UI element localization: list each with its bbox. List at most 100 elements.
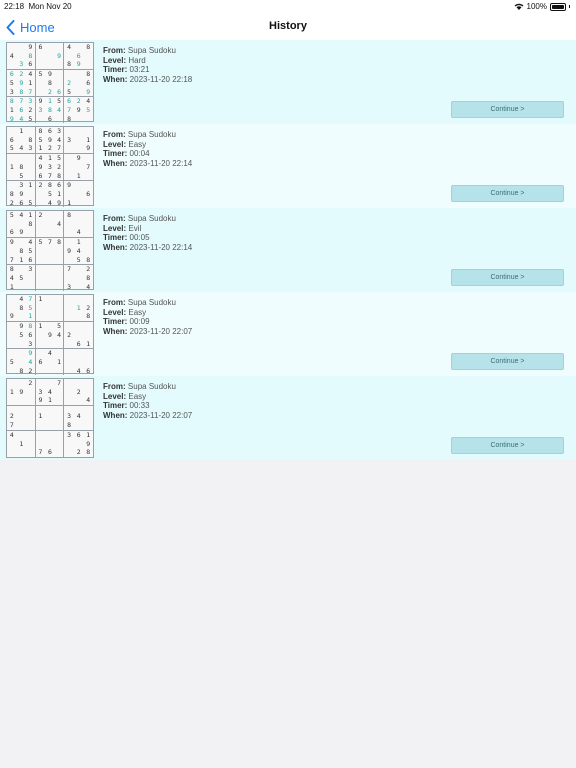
info-timer-label: Timer:	[103, 317, 128, 327]
info-timer-label: Timer:	[103, 233, 128, 243]
sudoku-cell: 4	[9, 273, 14, 282]
sudoku-cell: 6	[35, 172, 46, 182]
game-info: From: Supa Sudoku Level: Easy Timer: 00:33…	[103, 382, 192, 421]
sudoku-cell	[45, 52, 55, 61]
sudoku-cell: 5	[55, 154, 65, 163]
sudoku-cell: 4	[55, 330, 65, 340]
sudoku-cell	[83, 247, 93, 256]
sudoku-cell	[55, 349, 65, 358]
info-from: From: Supa Sudoku	[103, 214, 192, 224]
sudoku-cell	[26, 273, 36, 283]
sudoku-cell: 8	[16, 88, 27, 98]
sudoku-cell	[26, 439, 36, 449]
sudoku-cell: 8	[19, 162, 24, 171]
sudoku-cell	[73, 144, 84, 155]
history-row[interactable]: 1863685943154312794159189327567813128698…	[0, 124, 576, 208]
sudoku-cell	[64, 172, 74, 182]
info-timer: Timer: 00:05	[103, 233, 192, 243]
sudoku-cell: 4	[9, 51, 14, 60]
sudoku-cell	[45, 412, 55, 421]
sudoku-cell: 6	[38, 43, 43, 51]
sudoku-cell	[74, 274, 84, 283]
sudoku-cell: 6	[48, 114, 52, 123]
info-timer: Timer: 00:04	[103, 149, 192, 159]
sudoku-cell: 8	[67, 211, 72, 219]
sudoku-cell	[83, 154, 93, 163]
sudoku-cell	[55, 70, 65, 79]
sudoku-cell	[74, 136, 84, 145]
sudoku-cell: 1	[55, 357, 65, 367]
sudoku-cell: 3	[26, 265, 36, 274]
continue-button[interactable]: Continue >	[451, 185, 564, 202]
sudoku-cell: 7	[38, 448, 43, 457]
sudoku-cell: 8	[54, 171, 65, 182]
sudoku-cell: 1	[76, 238, 81, 247]
sudoku-cell: 1	[26, 78, 36, 88]
continue-button[interactable]: Continue >	[451, 269, 564, 286]
sudoku-cell: 9	[16, 228, 27, 239]
sudoku-cell: 8	[38, 127, 43, 135]
sudoku-cell: 9	[55, 198, 65, 208]
battery-tip	[569, 5, 570, 8]
sudoku-cell: 4	[48, 387, 52, 396]
sudoku-cell: 3	[7, 88, 17, 98]
sudoku-cell: 6	[48, 448, 52, 457]
sudoku-cell	[16, 396, 27, 407]
sudoku-cell: 1	[19, 127, 24, 135]
sudoku-cell	[45, 440, 55, 449]
sudoku-cell: 2	[9, 198, 14, 207]
sudoku-cell	[74, 70, 84, 79]
history-list: 9648489636896245985918263872659873915624…	[0, 40, 576, 460]
sudoku-cell	[64, 340, 74, 350]
sudoku-cell: 1	[26, 181, 36, 190]
info-when: When: 2023-11-20 22:14	[103, 243, 192, 253]
sudoku-cell: 8	[19, 303, 24, 312]
sudoku-cell	[26, 448, 36, 457]
sudoku-cell	[36, 304, 46, 313]
sudoku-cell	[55, 273, 65, 283]
sudoku-cell: 3	[38, 105, 43, 114]
info-timer-value: 00:04	[129, 149, 150, 159]
sudoku-cell	[64, 304, 74, 313]
sudoku-cell	[7, 127, 17, 136]
history-row[interactable]: 9648489636896245985918263872659873915624…	[0, 40, 576, 124]
sudoku-cell	[17, 52, 27, 61]
continue-button[interactable]: Continue >	[451, 437, 564, 454]
sudoku-cell: 5	[7, 144, 17, 155]
sudoku-cell: 5	[9, 211, 14, 219]
sudoku-cell: 2	[45, 88, 55, 98]
game-info: From: Supa Sudoku Level: Hard Timer: 03:21…	[103, 46, 192, 85]
sudoku-cell	[45, 340, 55, 350]
sudoku-cell: 6	[76, 430, 81, 439]
sudoku-cell: 2	[86, 303, 91, 312]
sudoku-cell: 8	[86, 273, 91, 282]
sudoku-cell	[64, 396, 74, 407]
sudoku-cell: 5	[19, 273, 24, 282]
sudoku-cell	[7, 172, 17, 182]
history-row[interactable]: 4 7 1 8 5 1 2 9 1 8 9 8 1 5 5 6 9 4 2 3 6 1 9 4 5 4 6 1 8 2 4 6 From: Su…	[0, 292, 576, 376]
sudoku-cell: 4	[55, 105, 65, 115]
history-row[interactable]: 2 7 1 9 3 4 2 9 1 4 2 1 3 4 7 8 4 3 6 1 1 9 7 6 2 8 From: Supa Sud…	[0, 376, 576, 460]
sudoku-cell: 8	[19, 366, 24, 375]
info-when-value: 2023-11-20 22:14	[129, 159, 193, 169]
sudoku-cell	[83, 379, 93, 388]
continue-button[interactable]: Continue >	[451, 101, 564, 118]
sudoku-cell	[83, 238, 93, 247]
sudoku-cell	[64, 154, 74, 163]
sudoku-cell: 6	[86, 78, 91, 87]
history-row[interactable]: 5 4 1 2 8 8 4 6 9 4 9 4 5 7 8 1 8 5 9 4 7 1 6 5 8 8 3 7 2 4 5 8 1 3 4 From:…	[0, 208, 576, 292]
info-timer-value: 00:05	[129, 233, 150, 243]
continue-button[interactable]: Continue >	[451, 353, 564, 370]
sudoku-cell	[64, 349, 74, 358]
sudoku-cell	[73, 312, 84, 323]
sudoku-cell: 1	[76, 303, 81, 312]
page-title: History	[269, 20, 307, 32]
sudoku-cell	[83, 220, 93, 229]
sudoku-cell: 5	[9, 357, 14, 366]
sudoku-cell: 4	[26, 70, 36, 79]
sudoku-cell	[45, 358, 55, 367]
sudoku-cell	[7, 247, 17, 256]
sudoku-cell: 8	[9, 97, 14, 106]
sudoku-cell: 2	[67, 330, 72, 339]
sudoku-cell	[73, 396, 84, 407]
